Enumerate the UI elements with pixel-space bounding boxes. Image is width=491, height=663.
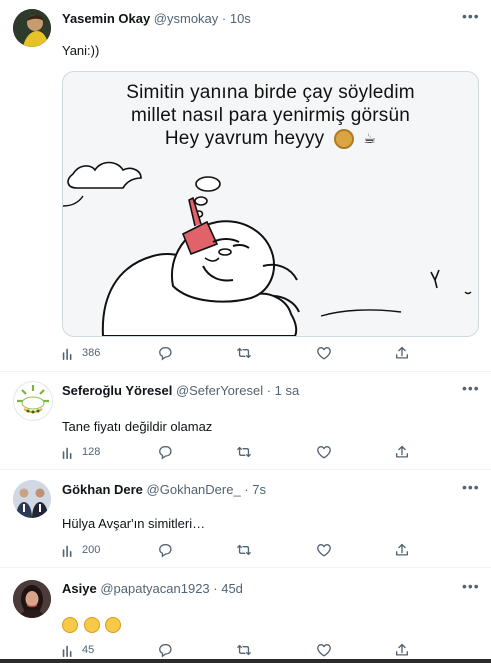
tweet-text: Yani:)) xyxy=(62,43,100,58)
retweet-icon xyxy=(237,544,251,556)
tweet[interactable]: Yasemin Okay @ysmokay · 10s ••• Yani:)) … xyxy=(0,0,491,371)
meme-caption-line: millet nasıl para yenirmiş görsün xyxy=(130,105,411,126)
tweet-actions: 386 xyxy=(60,344,420,362)
reply-button[interactable] xyxy=(158,443,174,461)
like-button[interactable] xyxy=(316,641,332,659)
tweet-actions: 128 xyxy=(60,443,420,461)
handle-and-time[interactable]: @SeferYoresel · 1 sa xyxy=(176,383,299,398)
tweet-text xyxy=(62,616,123,633)
tweet-header: Seferoğlu Yöresel @SeferYoresel · 1 sa xyxy=(62,383,299,398)
reply-button[interactable] xyxy=(158,344,174,362)
reply-button[interactable] xyxy=(158,641,174,659)
views-button[interactable]: 386 xyxy=(60,344,100,362)
tea-emoji-icon: ☕ xyxy=(363,130,377,147)
views-icon xyxy=(62,348,72,361)
avatar-photo xyxy=(13,480,51,518)
retweet-icon xyxy=(237,446,251,458)
share-icon xyxy=(395,543,409,556)
retweet-button[interactable] xyxy=(236,641,252,659)
tweet-actions: 45 xyxy=(60,641,420,659)
views-button[interactable]: 45 xyxy=(60,641,94,659)
retweet-button[interactable] xyxy=(236,443,252,461)
tweet[interactable]: Seferoğlu Yöresel @SeferYoresel · 1 sa •… xyxy=(0,372,491,469)
tweet[interactable]: Gökhan Dere @GokhanDere_ · 7s ••• Hülya … xyxy=(0,470,491,567)
cartoon-drawing xyxy=(63,161,472,336)
retweet-button[interactable] xyxy=(236,541,252,559)
like-icon xyxy=(317,544,331,557)
retweet-icon xyxy=(237,347,251,359)
retweet-button[interactable] xyxy=(236,344,252,362)
share-icon xyxy=(395,346,409,359)
more-icon[interactable]: ••• xyxy=(462,479,480,495)
tweet-image[interactable]: Simitin yanına birde çay söyledim millet… xyxy=(62,71,479,337)
reply-icon xyxy=(159,644,172,657)
views-count: 45 xyxy=(82,644,95,656)
retweet-icon xyxy=(237,644,251,656)
meme-caption-line: Simitin yanına birde çay söyledim xyxy=(126,82,415,103)
thinking-face-emoji-icon xyxy=(105,616,122,633)
tweet-text: Tane fiyatı değildir olamaz xyxy=(62,419,213,434)
like-button[interactable] xyxy=(316,541,332,559)
like-icon xyxy=(317,346,331,360)
upside-down-face-emoji-icon xyxy=(62,616,78,633)
tweet-header: Gökhan Dere @GokhanDere_ · 7s xyxy=(62,482,266,497)
reply-icon xyxy=(159,544,172,557)
tweet[interactable]: Asiye @papatyacan1923 · 45d ••• 45 xyxy=(0,568,491,663)
display-name[interactable]: Seferoğlu Yöresel xyxy=(62,383,172,398)
reply-icon xyxy=(159,445,172,459)
like-button[interactable] xyxy=(316,344,332,362)
views-button[interactable]: 128 xyxy=(60,443,100,461)
thinking-face-emoji-icon xyxy=(83,616,100,633)
display-name[interactable]: Yasemin Okay xyxy=(62,11,150,26)
handle-and-time[interactable]: @ysmokay · 10s xyxy=(154,11,251,26)
views-count: 200 xyxy=(82,544,101,556)
like-icon xyxy=(317,445,331,459)
tweet-header: Yasemin Okay @ysmokay · 10s xyxy=(62,11,251,26)
reply-icon xyxy=(159,346,172,360)
avatar[interactable] xyxy=(13,381,53,421)
display-name[interactable]: Gökhan Dere xyxy=(62,482,143,497)
bottom-bar xyxy=(0,659,491,663)
views-icon xyxy=(62,545,72,558)
display-name[interactable]: Asiye xyxy=(62,581,97,596)
tweet-header: Asiye @papatyacan1923 · 45d xyxy=(62,581,243,596)
share-button[interactable] xyxy=(394,344,410,362)
like-icon xyxy=(317,644,331,657)
more-icon[interactable]: ••• xyxy=(462,578,480,594)
share-button[interactable] xyxy=(394,443,410,461)
views-count: 386 xyxy=(82,347,101,359)
avatar-photo xyxy=(13,580,51,618)
avatar[interactable] xyxy=(13,480,51,518)
tweet-actions: 200 xyxy=(60,541,420,559)
more-icon[interactable]: ••• xyxy=(462,8,480,24)
more-icon[interactable]: ••• xyxy=(462,380,480,396)
share-icon xyxy=(395,643,409,656)
share-button[interactable] xyxy=(394,541,410,559)
avatar[interactable] xyxy=(13,9,51,47)
views-icon xyxy=(62,447,72,460)
views-icon xyxy=(62,645,72,658)
avatar[interactable] xyxy=(13,580,51,618)
share-icon xyxy=(395,445,409,458)
reply-button[interactable] xyxy=(158,541,174,559)
handle-and-time[interactable]: @papatyacan1923 · 45d xyxy=(100,581,243,596)
avatar-photo xyxy=(13,9,51,47)
tweet-text: Hülya Avşar'ın simitleri… xyxy=(62,516,206,531)
handle-and-time[interactable]: @GokhanDere_ · 7s xyxy=(147,482,266,497)
views-count: 128 xyxy=(82,446,101,458)
like-button[interactable] xyxy=(316,443,332,461)
views-button[interactable]: 200 xyxy=(60,541,100,559)
share-button[interactable] xyxy=(394,641,410,659)
brand-logo xyxy=(15,383,51,419)
